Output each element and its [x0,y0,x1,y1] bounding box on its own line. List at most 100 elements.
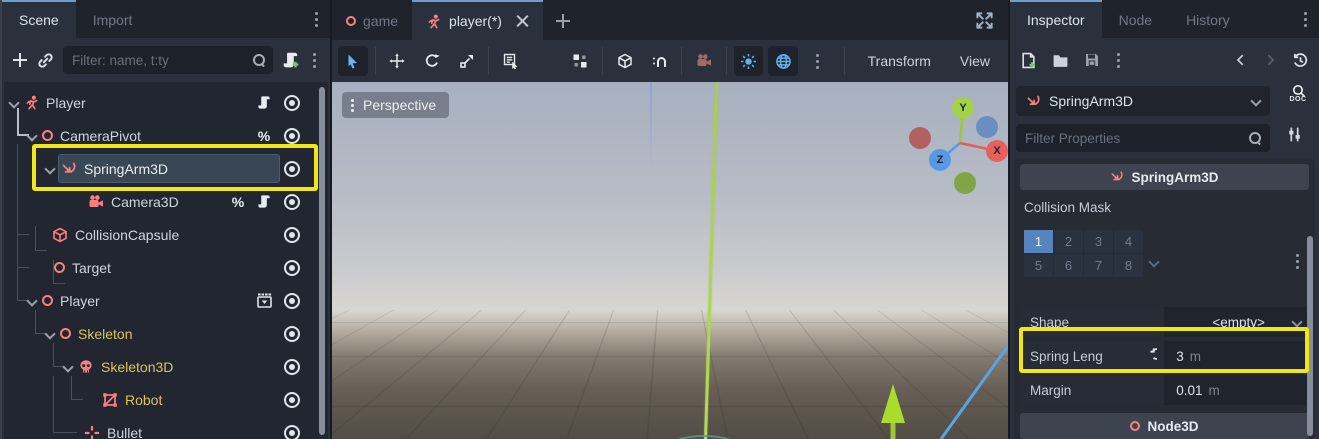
tree-row-player-instance[interactable]: Player [4,284,328,317]
tree-row-springarm3d[interactable]: SpringArm3D [4,152,328,185]
inspector-dock-menu-button[interactable] [1304,0,1319,38]
mask-options-button[interactable] [1296,250,1299,266]
tab-inspector[interactable]: Inspector [1010,0,1102,38]
tree-row-camera3d[interactable]: Camera3D % [4,185,328,218]
group-selected-button[interactable] [566,46,596,76]
collapse-chevron-icon[interactable] [28,132,36,140]
save-resource-button[interactable] [1084,52,1100,68]
visibility-toggle[interactable] [282,423,302,439]
perspective-button[interactable]: Perspective [342,92,449,118]
add-node-button[interactable] [12,52,28,68]
collapse-chevron-icon[interactable] [10,99,18,107]
visibility-toggle[interactable] [282,258,302,278]
tree-row-bullet[interactable]: Bullet [4,416,328,439]
resource-options-button[interactable] [1115,59,1122,62]
new-scene-tab-button[interactable] [543,0,583,40]
lock-selected-button[interactable] [531,46,561,76]
filter-properties-input[interactable] [1016,124,1270,152]
tree-row-skeleton3d[interactable]: Skeleton3D [4,350,328,383]
script-badge[interactable] [254,192,274,212]
tab-node[interactable]: Node [1102,0,1169,38]
script-badge[interactable] [254,93,274,113]
tree-row-target[interactable]: Target [4,251,328,284]
tab-history[interactable]: History [1169,0,1247,38]
margin-field[interactable]: 0.01 m [1164,375,1309,405]
collapse-chevron-icon[interactable] [46,330,54,338]
inspector-scrollbar[interactable] [1307,236,1313,436]
scale-tool-button[interactable] [452,46,482,76]
mask-bit-8[interactable]: 8 [1114,254,1143,277]
gizmo-y-ball[interactable]: Y [952,97,974,119]
tree-row-camerapivot[interactable]: CameraPivot % [4,119,328,152]
tab-game-scene[interactable]: game [332,0,412,40]
tree-row-player[interactable]: Player [4,86,328,119]
view-menu[interactable]: View [948,53,1002,69]
preview-camera-button[interactable] [689,46,719,76]
rotate-tool-button[interactable] [417,46,447,76]
gizmo-neg-y-ball[interactable] [954,172,976,194]
collapse-chevron-icon[interactable] [46,165,54,173]
local-space-button[interactable] [610,46,640,76]
load-resource-button[interactable] [1052,52,1069,69]
visibility-toggle[interactable] [282,93,302,113]
unique-name-badge[interactable]: % [228,192,248,212]
property-tools-button[interactable] [1286,126,1303,146]
tree-row-skeleton[interactable]: Skeleton [4,317,328,350]
select-tool-button[interactable] [338,46,368,76]
shape-value-dropdown[interactable]: <empty> [1164,307,1309,337]
expand-mask-chevron-icon[interactable] [1150,258,1158,266]
viewport-3d[interactable]: Perspective Y X Z [332,82,1008,439]
collapse-chevron-icon[interactable] [64,363,72,371]
preview-sunlight-button[interactable] [734,46,764,76]
transform-menu[interactable]: Transform [856,53,943,69]
tab-import[interactable]: Import [76,0,150,38]
history-forward-button[interactable] [1263,53,1277,67]
scene-dock-menu-button[interactable] [315,0,330,38]
sun-environment-options-button[interactable] [803,46,833,76]
move-tool-button[interactable] [383,46,413,76]
gizmo-neg-z-ball[interactable] [976,116,998,138]
history-back-button[interactable] [1234,53,1248,67]
tab-scene[interactable]: Scene [2,0,76,38]
visibility-toggle[interactable] [282,324,302,344]
open-documentation-button[interactable]: DOC [1282,84,1314,118]
visibility-toggle[interactable] [282,126,302,146]
collapse-chevron-icon[interactable] [28,297,36,305]
orientation-gizmo[interactable]: Y X Z [900,83,1008,203]
y-axis-move-gizmo-arrow[interactable] [881,384,905,439]
edited-node-selector[interactable]: SpringArm3D [1016,86,1270,116]
expand-viewport-button[interactable] [975,0,1008,40]
preview-environment-button[interactable] [768,46,798,76]
revert-value-button[interactable] [1142,347,1157,365]
visibility-toggle[interactable] [282,225,302,245]
visibility-toggle[interactable] [282,390,302,410]
scene-tree-scrollbar[interactable] [319,87,325,435]
list-select-button[interactable] [496,46,526,76]
scene-tree-menu-button[interactable] [309,59,320,62]
close-tab-icon[interactable] [516,15,529,28]
unique-name-badge[interactable]: % [254,126,274,146]
category-springarm3d[interactable]: SpringArm3D [1020,164,1309,190]
visibility-toggle[interactable] [282,192,302,212]
gizmo-x-ball[interactable]: X [986,140,1008,162]
object-history-button[interactable] [1292,52,1309,69]
gizmo-neg-x-ball[interactable] [909,127,931,149]
mask-bit-2[interactable]: 2 [1054,230,1083,253]
gizmo-z-ball[interactable]: Z [929,149,951,171]
instanced-scene-badge[interactable] [254,291,274,311]
instance-scene-button[interactable] [37,52,54,69]
scene-filter-input[interactable] [63,46,273,74]
snap-toggle-button[interactable] [645,46,675,76]
category-node3d[interactable]: Node3D [1020,413,1309,439]
visibility-toggle[interactable] [282,291,302,311]
mask-bit-3[interactable]: 3 [1084,230,1113,253]
tree-row-robot[interactable]: Robot [4,383,328,416]
tree-row-collisioncapsule[interactable]: CollisionCapsule [4,218,328,251]
mask-bit-5[interactable]: 5 [1024,254,1053,277]
visibility-toggle[interactable] [282,357,302,377]
tab-player-scene[interactable]: player(*) [412,0,543,40]
mask-bit-7[interactable]: 7 [1084,254,1113,277]
new-resource-button[interactable] [1020,52,1037,69]
spring-length-field[interactable]: 3 m [1164,341,1309,371]
attach-script-button[interactable] [282,51,300,69]
